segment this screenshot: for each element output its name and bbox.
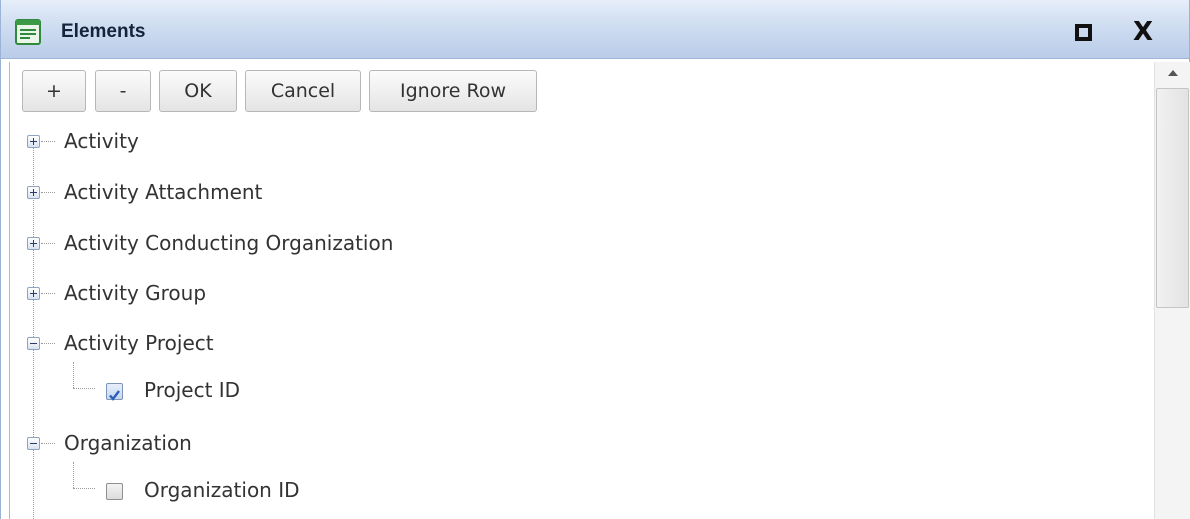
tree-node-activity-project[interactable]: Activity Project	[10, 326, 610, 362]
tree-node-activity-group[interactable]: Activity Group	[10, 276, 610, 312]
window-title: Elements	[61, 21, 146, 42]
checkmark-icon	[109, 390, 120, 401]
add-button[interactable]: +	[22, 70, 86, 112]
ignore-row-button[interactable]: Ignore Row	[369, 70, 537, 112]
tree-node-activity-conducting-organization[interactable]: Activity Conducting Organization	[10, 226, 610, 262]
tree-node-activity[interactable]: Activity	[10, 124, 610, 160]
tree-node-label[interactable]: Activity Group	[64, 280, 206, 306]
close-button[interactable]: X	[1129, 18, 1157, 46]
expand-icon[interactable]	[27, 237, 40, 250]
tree-node-label[interactable]: Activity Conducting Organization	[64, 230, 393, 256]
expand-icon[interactable]	[27, 135, 40, 148]
collapse-icon[interactable]	[27, 337, 40, 350]
vertical-scrollbar[interactable]	[1154, 62, 1190, 519]
arrow-up-icon	[1168, 70, 1178, 76]
tree-node-organization[interactable]: Organization	[10, 426, 610, 462]
list-window-icon	[15, 19, 41, 45]
expand-icon[interactable]	[27, 186, 40, 199]
remove-button[interactable]: -	[95, 70, 151, 112]
organization-id-checkbox[interactable]	[106, 483, 123, 500]
project-id-checkbox[interactable]	[106, 383, 123, 401]
tree-node-label[interactable]: Organization	[64, 430, 192, 456]
tree-leaf-project-id[interactable]: Project ID	[10, 376, 610, 412]
tree-node-label[interactable]: Activity Attachment	[64, 179, 262, 205]
scroll-thumb[interactable]	[1156, 88, 1189, 308]
expand-icon[interactable]	[27, 287, 40, 300]
tree-node-activity-attachment[interactable]: Activity Attachment	[10, 175, 610, 211]
ok-button[interactable]: OK	[159, 70, 237, 112]
tree-leaf-label[interactable]: Organization ID	[144, 477, 300, 503]
tree-node-label[interactable]: Activity Project	[64, 330, 214, 356]
elements-dialog: Elements X + - OK Cancel Ignore Row Acti…	[0, 0, 1190, 519]
title-bar[interactable]: Elements X	[1, 0, 1189, 59]
maximize-icon	[1075, 24, 1092, 41]
scroll-up-button[interactable]	[1159, 64, 1187, 86]
maximize-button[interactable]	[1075, 24, 1092, 41]
tree-panel: + - OK Cancel Ignore Row Activity Activi…	[9, 62, 1154, 519]
tree-node-label[interactable]: Activity	[64, 128, 139, 154]
collapse-icon[interactable]	[27, 437, 40, 450]
tree-leaf-organization-id[interactable]: Organization ID	[10, 476, 610, 512]
cancel-button[interactable]: Cancel	[245, 70, 361, 112]
tree-leaf-label[interactable]: Project ID	[144, 377, 240, 403]
